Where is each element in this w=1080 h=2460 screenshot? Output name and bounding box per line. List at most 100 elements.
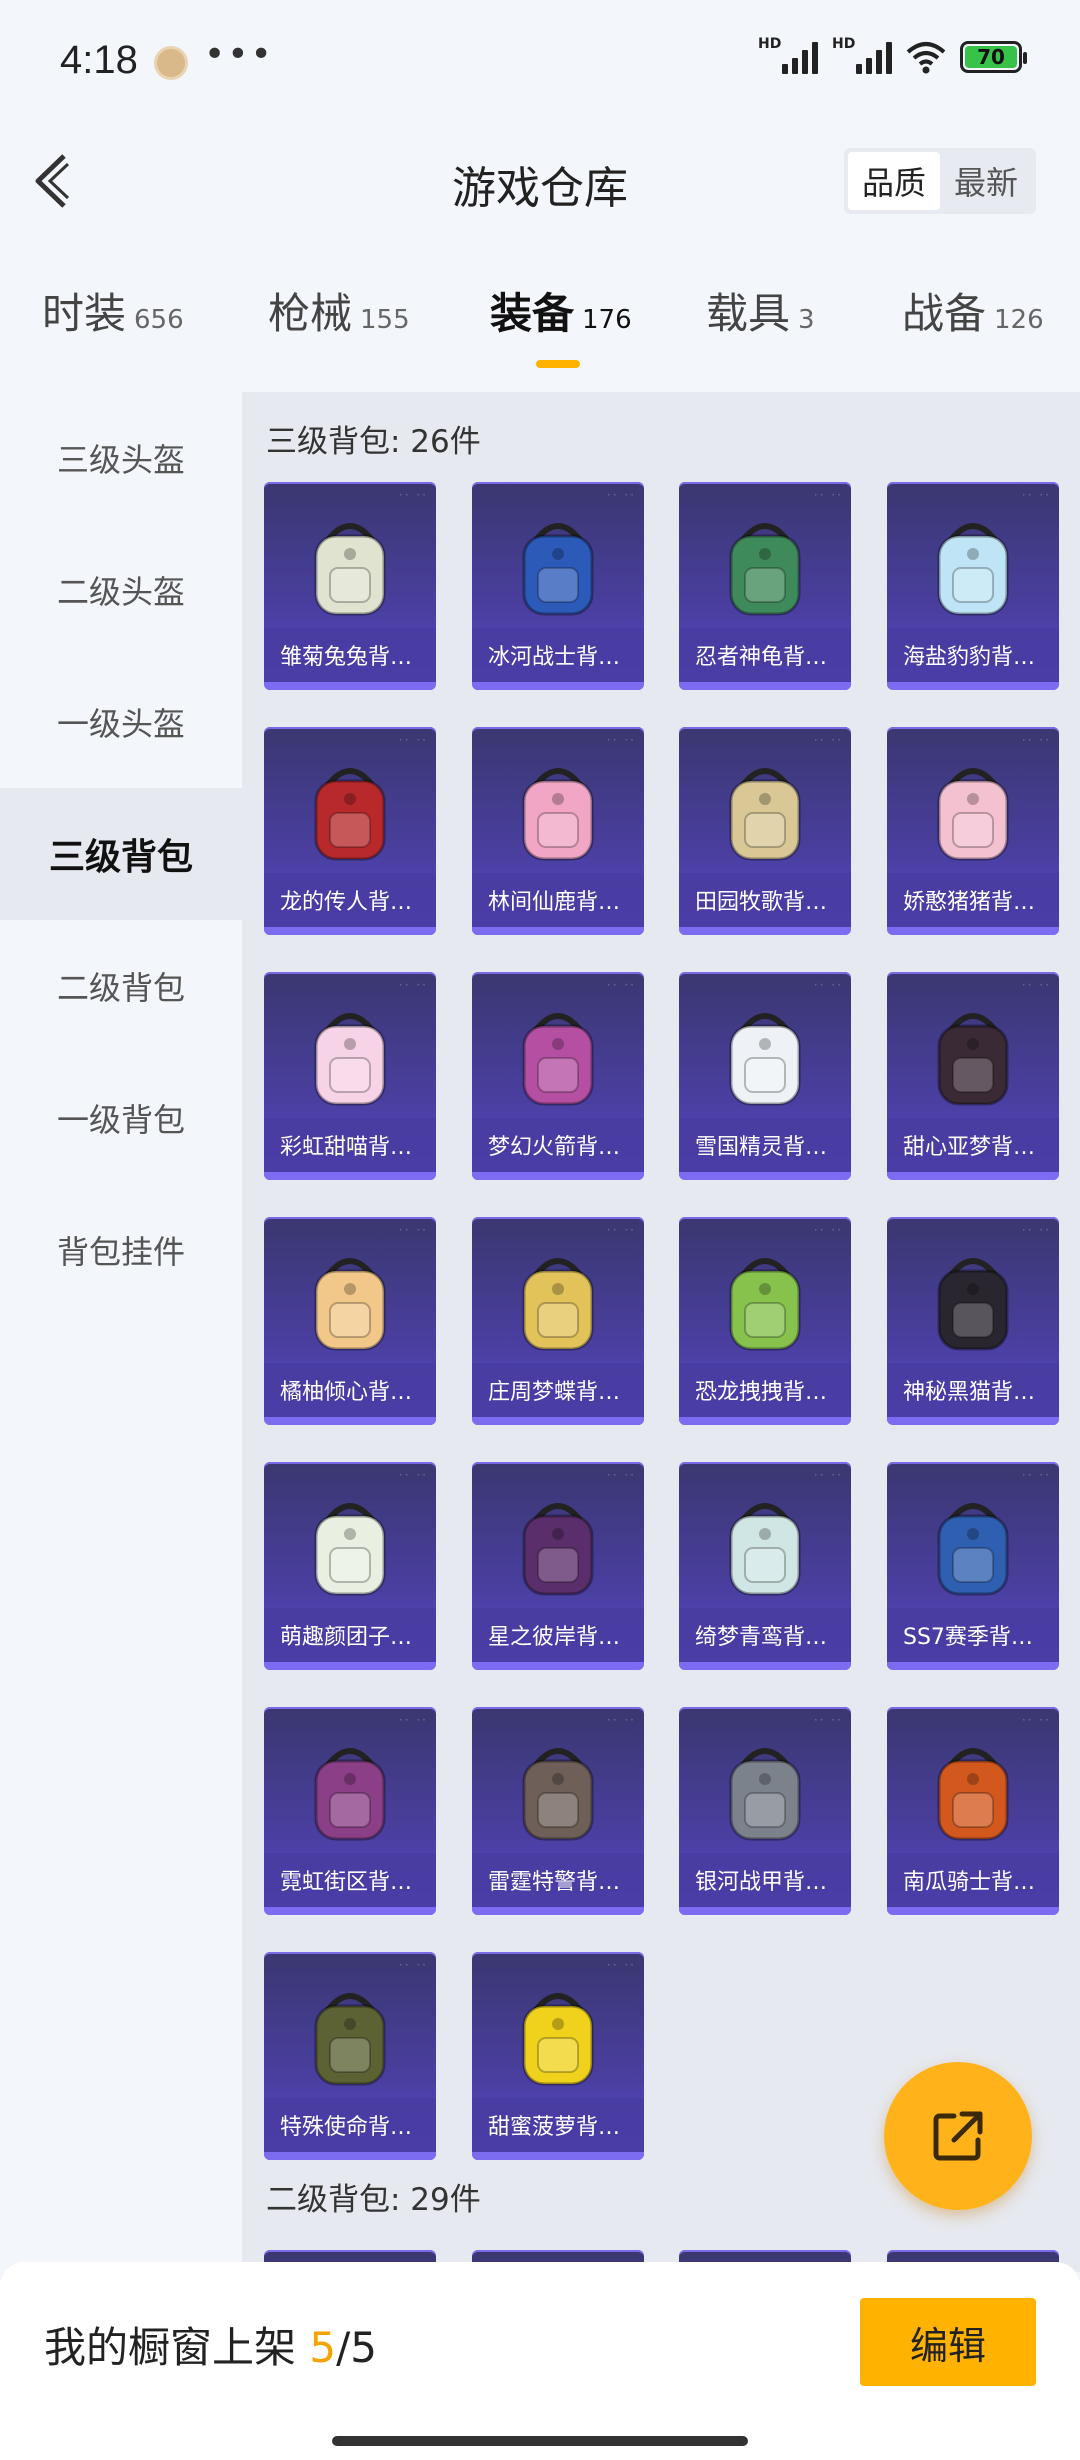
quality-stripe — [679, 1417, 851, 1425]
backpack-icon — [715, 1735, 815, 1847]
item-name: 霓虹街区背… — [264, 1853, 436, 1907]
item-name: 梦幻火箭背… — [472, 1118, 644, 1172]
tab-equipment[interactable]: 装备 176 — [490, 280, 632, 341]
item-name: 甜蜜菠萝背… — [472, 2098, 644, 2152]
item-card[interactable]: ·· ·· 雏菊兔兔背… — [264, 482, 436, 690]
backpack-icon — [300, 1245, 400, 1357]
card-decoration: ·· ·· — [606, 1713, 636, 1727]
quality-stripe — [264, 1172, 436, 1180]
quality-stripe — [472, 1417, 644, 1425]
backpack-icon — [923, 1000, 1023, 1112]
backpack-icon — [508, 1245, 608, 1357]
sidebar-item-helmet-2[interactable]: 二级头盔 — [0, 524, 242, 656]
share-icon — [933, 2111, 983, 2161]
backpack-icon — [508, 1490, 608, 1602]
item-name: 彩虹甜喵背… — [264, 1118, 436, 1172]
item-card[interactable]: ·· ·· 冰河战士背… — [472, 482, 644, 690]
quality-stripe — [264, 2152, 436, 2160]
edit-button[interactable]: 编辑 — [860, 2298, 1036, 2386]
backpack-icon — [715, 1490, 815, 1602]
wifi-icon — [906, 42, 946, 74]
quality-stripe — [679, 682, 851, 690]
tab-vehicles[interactable]: 载具 3 — [706, 280, 815, 341]
item-card[interactable]: ·· ·· 雷霆特警背… — [472, 1707, 644, 1915]
item-card[interactable]: ·· ·· 绮梦青鸾背… — [679, 1462, 851, 1670]
category-tabs: 时装 656 枪械 155 装备 176 载具 3 战备 126 — [0, 280, 1080, 380]
backpack-icon — [508, 755, 608, 867]
item-card[interactable]: ·· ·· 甜蜜菠萝背… — [472, 1952, 644, 2160]
item-card[interactable]: ·· ·· 神秘黑猫背… — [887, 1217, 1059, 1425]
sort-quality-button[interactable]: 品质 — [848, 152, 940, 210]
backpack-icon — [508, 1980, 608, 2092]
item-card[interactable]: ·· ·· 梦幻火箭背… — [472, 972, 644, 1180]
card-decoration: ·· ·· — [398, 1958, 428, 1972]
item-name: 绮梦青鸾背… — [679, 1608, 851, 1662]
backpack-icon — [300, 1980, 400, 2092]
item-card[interactable]: ·· ·· 林间仙鹿背… — [472, 727, 644, 935]
item-card[interactable]: ·· ·· 庄周梦蝶背… — [472, 1217, 644, 1425]
quality-stripe — [887, 1907, 1059, 1915]
item-card[interactable]: ·· ·· 萌趣颜团子… — [264, 1462, 436, 1670]
status-bar: 4:18 ••• HD HD 70 — [0, 0, 1080, 130]
backpack-icon — [923, 1490, 1023, 1602]
item-card[interactable]: ·· ·· 橘柚倾心背… — [264, 1217, 436, 1425]
item-card[interactable]: ·· ·· 甜心亚梦背… — [887, 972, 1059, 1180]
item-card[interactable]: ·· ·· 忍者神龟背… — [679, 482, 851, 690]
tab-fashion[interactable]: 时装 656 — [42, 280, 184, 341]
sidebar-item-backpack-3[interactable]: 三级背包 — [0, 788, 242, 920]
item-card[interactable]: ·· ·· 海盐豹豹背… — [887, 482, 1059, 690]
sidebar-item-backpack-1[interactable]: 一级背包 — [0, 1052, 242, 1184]
sidebar-item-helmet-1[interactable]: 一级头盔 — [0, 656, 242, 788]
backpack-icon — [715, 1245, 815, 1357]
item-name: 林间仙鹿背… — [472, 873, 644, 927]
sidebar-item-backpack-2[interactable]: 二级背包 — [0, 920, 242, 1052]
section-title-backpack-2: 二级背包: 29件 — [266, 2182, 481, 2218]
item-card[interactable]: ·· ·· 霓虹街区背… — [264, 1707, 436, 1915]
backpack-icon — [923, 1245, 1023, 1357]
item-name: 雷霆特警背… — [472, 1853, 644, 1907]
item-card[interactable]: ·· ·· 彩虹甜喵背… — [264, 972, 436, 1180]
item-name: 庄周梦蝶背… — [472, 1363, 644, 1417]
item-card[interactable]: ·· ·· 星之彼岸背… — [472, 1462, 644, 1670]
sort-newest-button[interactable]: 最新 — [940, 152, 1032, 210]
item-card[interactable]: ·· ·· 雪国精灵背… — [679, 972, 851, 1180]
item-card[interactable]: ·· ·· 南瓜骑士背… — [887, 1707, 1059, 1915]
card-decoration: ·· ·· — [813, 978, 843, 992]
item-card[interactable]: ·· ·· 特殊使命背… — [264, 1952, 436, 2160]
tab-firearms[interactable]: 枪械 155 — [268, 280, 410, 341]
backpack-icon — [508, 510, 608, 622]
quality-stripe — [472, 927, 644, 935]
tab-supplies[interactable]: 战备 126 — [902, 280, 1044, 341]
quality-stripe — [472, 1662, 644, 1670]
item-card[interactable]: ·· ·· 龙的传人背… — [264, 727, 436, 935]
item-card[interactable]: ·· ·· 娇憨猪猪背… — [887, 727, 1059, 935]
card-decoration: ·· ·· — [813, 733, 843, 747]
quality-stripe — [679, 927, 851, 935]
item-name: 萌趣颜团子… — [264, 1608, 436, 1662]
card-decoration: ·· ·· — [606, 488, 636, 502]
signal-icon-2: HD — [832, 36, 892, 74]
quality-stripe — [472, 682, 644, 690]
quality-stripe — [679, 1907, 851, 1915]
share-button[interactable] — [884, 2062, 1032, 2210]
sidebar-item-backpack-charm[interactable]: 背包挂件 — [0, 1184, 242, 1316]
quality-stripe — [264, 1417, 436, 1425]
card-decoration: ·· ·· — [606, 1223, 636, 1237]
item-card[interactable]: ·· ·· 银河战甲背… — [679, 1707, 851, 1915]
item-card[interactable]: ·· ·· SS7赛季背… — [887, 1462, 1059, 1670]
card-decoration: ·· ·· — [398, 1713, 428, 1727]
backpack-icon — [923, 755, 1023, 867]
card-decoration: ·· ·· — [813, 1468, 843, 1482]
more-notifications-icon: ••• — [204, 34, 274, 75]
card-decoration: ·· ·· — [1021, 733, 1051, 747]
item-card[interactable]: ·· ·· 恐龙拽拽背… — [679, 1217, 851, 1425]
quality-stripe — [887, 1172, 1059, 1180]
sidebar-item-helmet-3[interactable]: 三级头盔 — [0, 392, 242, 524]
active-tab-indicator — [536, 360, 580, 368]
backpack-icon — [715, 510, 815, 622]
item-card[interactable]: ·· ·· 田园牧歌背… — [679, 727, 851, 935]
quality-stripe — [264, 682, 436, 690]
sidebar: 三级头盔 二级头盔 一级头盔 三级背包 二级背包 一级背包 背包挂件 — [0, 392, 242, 2272]
item-name: 恐龙拽拽背… — [679, 1363, 851, 1417]
quality-stripe — [887, 1662, 1059, 1670]
